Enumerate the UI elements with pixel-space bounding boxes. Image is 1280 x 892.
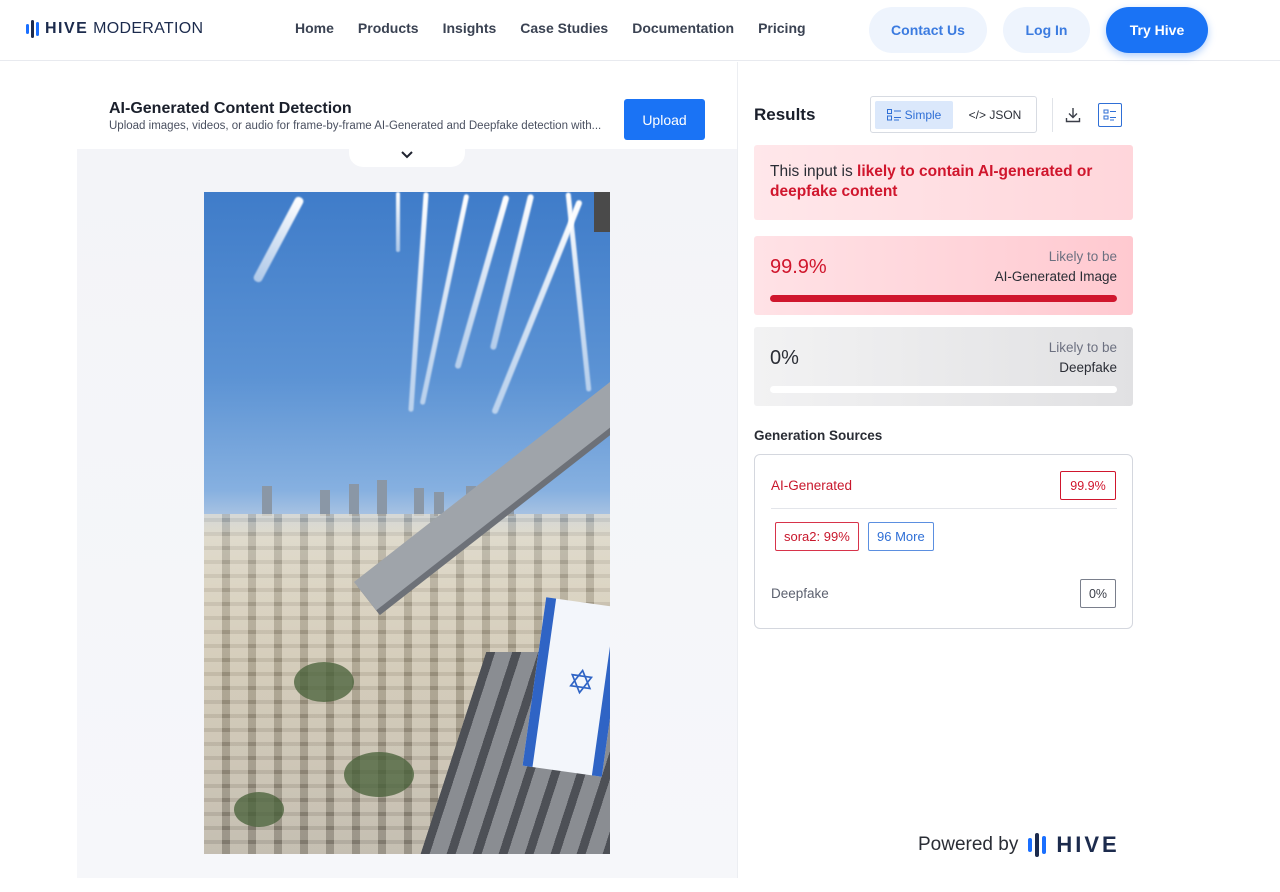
ai-generated-source-label: AI-Generated bbox=[771, 478, 853, 493]
ai-score-label-bottom: AI-Generated Image bbox=[994, 269, 1117, 284]
page-subtitle: Upload images, videos, or audio for fram… bbox=[109, 120, 602, 132]
simple-view-tab[interactable]: Simple bbox=[875, 101, 953, 129]
json-view-label: </> JSON bbox=[968, 108, 1022, 122]
ai-score-value: 99.9% bbox=[770, 256, 827, 278]
results-title: Results bbox=[754, 105, 816, 124]
ai-score-label-top: Likely to be bbox=[1048, 249, 1117, 264]
nav-pricing[interactable]: Pricing bbox=[758, 20, 805, 36]
deepfake-score-bar bbox=[770, 386, 1117, 393]
log-in-button[interactable]: Log In bbox=[1003, 7, 1090, 53]
deepfake-score-label-top: Likely to be bbox=[1048, 340, 1117, 355]
nav-links: Home Products Insights Case Studies Docu… bbox=[295, 20, 806, 36]
deepfake-score-label-bottom: Deepfake bbox=[1059, 360, 1117, 375]
view-toggle: Simple </> JSON bbox=[870, 96, 1037, 133]
generation-sources-title: Generation Sources bbox=[754, 428, 883, 443]
upload-button[interactable]: Upload bbox=[624, 99, 705, 140]
verdict-banner: This input is likely to contain AI-gener… bbox=[754, 145, 1133, 220]
ai-generated-source-value: 99.9% bbox=[1060, 471, 1116, 500]
download-icon bbox=[1065, 108, 1081, 123]
upload-panel: AI-Generated Content Detection Upload im… bbox=[77, 62, 737, 878]
hive-logo-icon bbox=[1028, 832, 1047, 858]
download-button[interactable] bbox=[1061, 103, 1085, 127]
ai-score-bar bbox=[770, 295, 1117, 302]
ai-score-bar-fill bbox=[770, 295, 1117, 302]
nav-home[interactable]: Home bbox=[295, 20, 334, 36]
powered-by-hive: Powered by HIVE bbox=[918, 832, 1120, 858]
deepfake-score-card: 0% Likely to be Deepfake bbox=[754, 327, 1133, 406]
simple-view-label: Simple bbox=[904, 108, 942, 122]
nav-documentation[interactable]: Documentation bbox=[632, 20, 734, 36]
generation-sources-box: AI-Generated 99.9% sora2: 99% 96 More De… bbox=[754, 454, 1133, 629]
list-view-icon bbox=[1103, 109, 1116, 121]
page-title: AI-Generated Content Detection bbox=[109, 100, 352, 117]
deepfake-score-value: 0% bbox=[770, 347, 799, 369]
nav-insights[interactable]: Insights bbox=[443, 20, 497, 36]
deepfake-source-label: Deepfake bbox=[771, 586, 829, 601]
hive-logo-icon bbox=[26, 19, 39, 39]
tool-header: AI-Generated Content Detection Upload im… bbox=[77, 62, 737, 149]
nav-products[interactable]: Products bbox=[358, 20, 419, 36]
chevron-down-icon bbox=[401, 150, 413, 158]
top-navigation: HIVE MODERATION Home Products Insights C… bbox=[0, 0, 1280, 61]
hive-logo[interactable]: HIVE MODERATION bbox=[26, 19, 203, 39]
powered-brand: HIVE bbox=[1056, 832, 1120, 857]
source-chip-sora2[interactable]: sora2: 99% bbox=[775, 522, 859, 551]
deepfake-source-value: 0% bbox=[1080, 579, 1116, 608]
try-hive-button[interactable]: Try Hive bbox=[1106, 7, 1208, 53]
sources-divider bbox=[771, 508, 1117, 509]
ai-generated-score-card: 99.9% Likely to be AI-Generated Image bbox=[754, 236, 1133, 315]
verdict-prefix: This input is bbox=[770, 163, 858, 180]
json-view-tab[interactable]: </> JSON bbox=[959, 101, 1031, 129]
toolbar-separator bbox=[1052, 98, 1053, 132]
list-view-button[interactable] bbox=[1098, 103, 1122, 127]
collapse-toggle[interactable] bbox=[349, 142, 465, 167]
media-preview[interactable]: ✡ bbox=[204, 192, 610, 854]
contact-us-button[interactable]: Contact Us bbox=[869, 7, 987, 53]
panel-divider bbox=[737, 62, 738, 878]
more-sources-chip[interactable]: 96 More bbox=[868, 522, 934, 551]
brand-name: HIVE MODERATION bbox=[45, 20, 204, 37]
nav-case-studies[interactable]: Case Studies bbox=[520, 20, 608, 36]
powered-by-text: Powered by bbox=[918, 834, 1019, 855]
simple-view-icon bbox=[886, 109, 901, 121]
